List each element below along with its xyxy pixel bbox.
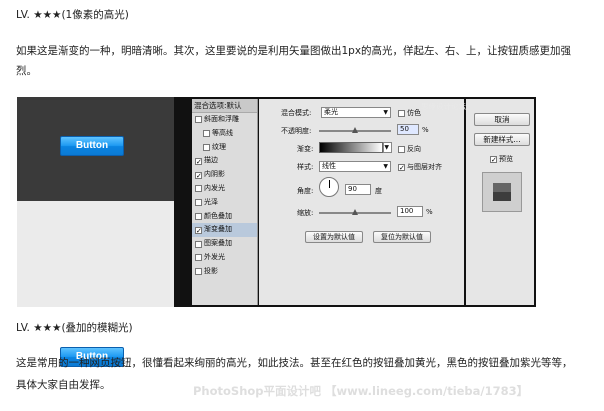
preview-checkbox[interactable]: ✓ 预览	[490, 154, 513, 164]
section2-paragraph-line2: 具体大家自由发挥。	[16, 379, 111, 391]
style-item-label: 颜色叠加	[204, 211, 232, 220]
section1-paragraph-line1: 如果这是渐变的一种，明暗清晰。其次，这里要说的是利用矢量图做出1px的高光，佯起…	[16, 45, 572, 57]
opacity-label: 不透明度:	[281, 127, 312, 135]
checkbox-icon[interactable]	[195, 185, 202, 193]
dither-checkbox[interactable]: 仿色	[398, 108, 421, 118]
layer-style-screenshot: Button Button 混合选项:默认 斜面和浮雕 等高线 纹理 ✓ 描边 ✓ 内阴影内…	[17, 97, 536, 367]
checkbox-checked-icon[interactable]: ✓	[195, 226, 202, 234]
section2-heading: LV. ★★★(叠加的模糊光)	[16, 322, 133, 334]
checkbox-icon[interactable]	[195, 240, 202, 248]
checkbox-icon[interactable]	[195, 212, 202, 220]
style-item[interactable]: ✓ 内阴影	[192, 168, 257, 182]
checkbox-icon	[398, 145, 405, 153]
style-item[interactable]: 纹理	[192, 141, 257, 155]
checkbox-icon[interactable]	[203, 130, 210, 138]
layer-style-list: 混合选项:默认 斜面和浮雕 等高线 纹理 ✓ 描边 ✓ 内阴影 内发光 光泽 颜色叠加 ✓ 渐变叠加图…	[192, 99, 258, 305]
style-item[interactable]: 内发光	[192, 182, 257, 196]
style-value: 线性	[322, 162, 336, 170]
opacity-slider-handle[interactable]	[352, 127, 358, 133]
reset-default-button[interactable]: 复位为默认值	[373, 231, 431, 243]
angle-dial-icon[interactable]	[319, 177, 339, 197]
new-style-button[interactable]: 新建样式...	[474, 133, 530, 146]
style-item[interactable]: 斜面和浮雕	[192, 113, 257, 127]
opacity-input[interactable]: 50	[397, 124, 419, 135]
style-item-label: 外发光	[204, 252, 225, 261]
gradient-label: 渐变:	[297, 145, 314, 153]
angle-unit: 度	[375, 187, 382, 195]
style-item-label: 图案叠加	[204, 239, 232, 248]
blend-options-header[interactable]: 混合选项:默认	[192, 99, 257, 113]
checkbox-icon[interactable]	[195, 116, 202, 124]
style-item-label: 内发光	[204, 183, 225, 192]
chevron-down-icon: ▼	[383, 109, 388, 116]
scale-label: 缩放:	[297, 209, 314, 217]
style-item-label: 纹理	[212, 142, 226, 151]
checkbox-checked-icon: ✓	[490, 155, 497, 164]
blend-mode-label: 混合模式:	[281, 109, 312, 117]
style-item-label: 内阴影	[204, 170, 225, 179]
style-item-label: 斜面和浮雕	[204, 115, 239, 123]
scale-slider[interactable]	[319, 209, 391, 215]
opacity-slider[interactable]	[319, 127, 391, 133]
forum-watermark: 思缘设计论坛	[421, 102, 466, 111]
checkbox-icon	[398, 109, 405, 117]
demo-dark-area: Button	[17, 97, 174, 201]
make-default-button[interactable]: 设置为默认值	[305, 231, 363, 243]
style-item[interactable]: 颜色叠加	[192, 210, 257, 224]
checkbox-icon[interactable]	[195, 254, 202, 262]
checkbox-checked-icon: ✓	[398, 163, 405, 172]
checkbox-checked-icon[interactable]: ✓	[195, 157, 202, 165]
style-item[interactable]: 图案叠加	[192, 237, 257, 251]
style-item[interactable]: 光泽	[192, 196, 257, 210]
opacity-unit: %	[422, 126, 429, 134]
blend-mode-select[interactable]: 柔光 ▼	[321, 107, 391, 118]
style-items: 斜面和浮雕 等高线 纹理 ✓ 描边 ✓ 内阴影 内发光 光泽 颜色叠加 ✓ 渐变叠加 图案叠加 外发光 投影	[192, 113, 257, 279]
dialog-actions: 取消 新建样式... ✓ 预览	[466, 99, 534, 305]
angle-input[interactable]: 90	[345, 184, 371, 195]
style-item[interactable]: 等高线	[192, 127, 257, 141]
checkbox-icon[interactable]	[195, 199, 202, 207]
style-select[interactable]: 线性 ▼	[319, 161, 391, 172]
demo-button-dark[interactable]: Button	[60, 136, 124, 156]
style-label: 样式:	[297, 163, 314, 171]
style-item-label: 等高线	[212, 128, 233, 137]
reverse-checkbox[interactable]: 反向	[398, 144, 421, 154]
scale-unit: %	[426, 208, 433, 216]
gradient-overlay-settings: 混合模式: 柔光 ▼ 仿色 不透明度: 50 % 渐变: ▼ 反向 样式: 线性 ▼…	[259, 99, 464, 305]
section1-paragraph-line2: 烈。	[16, 65, 37, 77]
align-with-layer-checkbox[interactable]: ✓ 与图层对齐	[398, 162, 442, 172]
blend-mode-value: 柔光	[324, 108, 338, 116]
style-item-label: 光泽	[204, 197, 218, 206]
align-label: 与图层对齐	[407, 163, 442, 171]
dither-label: 仿色	[407, 109, 421, 117]
scale-slider-handle[interactable]	[352, 209, 358, 215]
style-item-label: 描边	[204, 156, 218, 165]
checkbox-checked-icon[interactable]: ✓	[195, 171, 202, 179]
cancel-button[interactable]: 取消	[474, 113, 530, 126]
gradient-dropdown[interactable]: ▼	[383, 142, 392, 153]
section2-paragraph-line1: 这是常用的一种网页按钮，很懂看起来绚丽的高光，如此技法。甚至在红色的按钮叠加黄光…	[16, 357, 573, 369]
scale-input[interactable]: 100	[397, 206, 423, 217]
preview-label: 预览	[499, 155, 513, 163]
style-item[interactable]: 外发光	[192, 251, 257, 265]
checkbox-icon[interactable]	[195, 268, 202, 276]
demo-light-area: Button	[17, 201, 174, 367]
style-item-label: 渐变叠加	[204, 225, 232, 234]
style-item-label: 投影	[204, 266, 218, 275]
style-item[interactable]: 投影	[192, 265, 257, 279]
style-preview-thumbnail	[482, 172, 522, 212]
angle-label: 角度:	[297, 187, 314, 195]
footer-watermark: PhotoShop平面设计吧 【www.lineeg.com/tieba/178…	[193, 384, 529, 398]
style-item[interactable]: ✓ 描边	[192, 154, 257, 168]
section1-heading: LV. ★★★(1像素的高光)	[16, 9, 129, 21]
chevron-down-icon: ▼	[383, 163, 388, 170]
checkbox-icon[interactable]	[203, 143, 210, 151]
gradient-picker[interactable]	[319, 142, 383, 153]
reverse-label: 反向	[407, 145, 421, 153]
style-item[interactable]: ✓ 渐变叠加	[192, 223, 257, 238]
chevron-down-icon: ▼	[384, 144, 389, 151]
